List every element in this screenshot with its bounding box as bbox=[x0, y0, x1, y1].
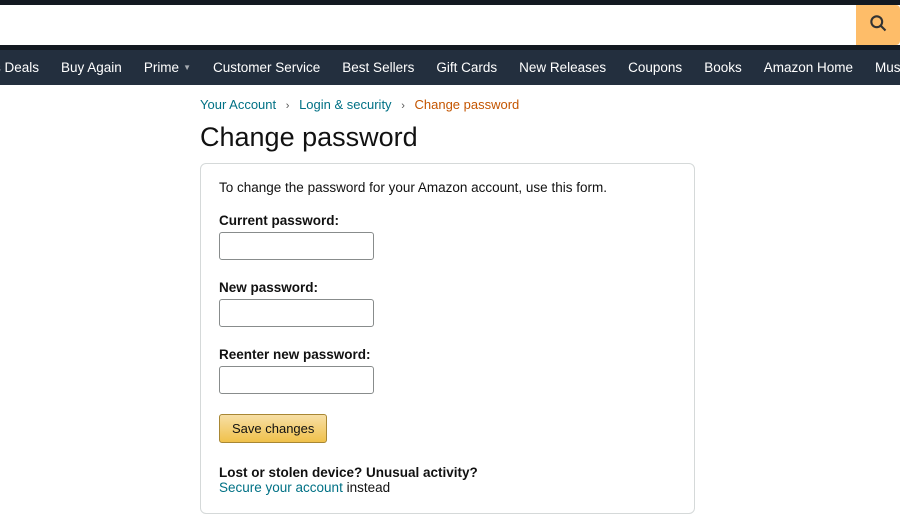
nav-item-coupons[interactable]: Coupons bbox=[617, 60, 693, 75]
nav-label: Gift Cards bbox=[436, 60, 497, 75]
search-input[interactable] bbox=[0, 5, 856, 45]
nav-label: New Releases bbox=[519, 60, 606, 75]
current-password-label: Current password: bbox=[219, 213, 676, 228]
search-row bbox=[0, 5, 900, 45]
new-password-label: New password: bbox=[219, 280, 676, 295]
nav-bar: s Deals Buy Again Prime ▼ Customer Servic… bbox=[0, 50, 900, 85]
breadcrumb-separator: › bbox=[401, 100, 405, 112]
nav-label: Books bbox=[704, 60, 742, 75]
secure-account-link[interactable]: Secure your account bbox=[219, 480, 343, 495]
nav-item-gift-cards[interactable]: Gift Cards bbox=[425, 60, 508, 75]
new-password-input[interactable] bbox=[219, 299, 374, 327]
search-input-wrap bbox=[0, 5, 856, 45]
reenter-password-input[interactable] bbox=[219, 366, 374, 394]
change-password-card: To change the password for your Amazon a… bbox=[200, 163, 695, 514]
nav-label: Music bbox=[875, 60, 900, 75]
nav-item-best-sellers[interactable]: Best Sellers bbox=[331, 60, 425, 75]
nav-item-customer-service[interactable]: Customer Service bbox=[202, 60, 331, 75]
search-button[interactable] bbox=[856, 5, 900, 45]
breadcrumb-login-security[interactable]: Login & security bbox=[299, 97, 392, 112]
nav-label: Amazon Home bbox=[764, 60, 853, 75]
breadcrumb-your-account[interactable]: Your Account bbox=[200, 97, 276, 112]
nav-label: Best Sellers bbox=[342, 60, 414, 75]
intro-text: To change the password for your Amazon a… bbox=[219, 180, 676, 195]
chevron-down-icon: ▼ bbox=[183, 63, 191, 72]
breadcrumb-current: Change password bbox=[414, 97, 519, 112]
footer-question: Lost or stolen device? Unusual activity? bbox=[219, 465, 478, 480]
nav-label: Buy Again bbox=[61, 60, 122, 75]
nav-label: s Deals bbox=[0, 60, 39, 75]
nav-item-amazon-home[interactable]: Amazon Home bbox=[753, 60, 864, 75]
nav-item-prime[interactable]: Prime ▼ bbox=[133, 60, 202, 75]
nav-label: Coupons bbox=[628, 60, 682, 75]
breadcrumb: Your Account › Login & security › Change… bbox=[200, 97, 900, 112]
save-changes-button[interactable]: Save changes bbox=[219, 414, 327, 443]
nav-item-buy-again[interactable]: Buy Again bbox=[50, 60, 133, 75]
current-password-input[interactable] bbox=[219, 232, 374, 260]
nav-label: Prime bbox=[144, 60, 179, 75]
field-current-password: Current password: bbox=[219, 213, 676, 260]
reenter-password-label: Reenter new password: bbox=[219, 347, 676, 362]
field-reenter-password: Reenter new password: bbox=[219, 347, 676, 394]
nav-label: Customer Service bbox=[213, 60, 320, 75]
nav-item-books[interactable]: Books bbox=[693, 60, 753, 75]
content: Your Account › Login & security › Change… bbox=[200, 85, 900, 514]
footer-trailing: instead bbox=[343, 480, 390, 495]
nav-item-music[interactable]: Music bbox=[864, 60, 900, 75]
breadcrumb-separator: › bbox=[286, 100, 290, 112]
field-new-password: New password: bbox=[219, 280, 676, 327]
nav-item-deals[interactable]: s Deals bbox=[0, 60, 50, 75]
footer-note: Lost or stolen device? Unusual activity?… bbox=[219, 465, 676, 495]
search-icon bbox=[868, 13, 888, 38]
nav-item-new-releases[interactable]: New Releases bbox=[508, 60, 617, 75]
page-title: Change password bbox=[200, 122, 900, 153]
